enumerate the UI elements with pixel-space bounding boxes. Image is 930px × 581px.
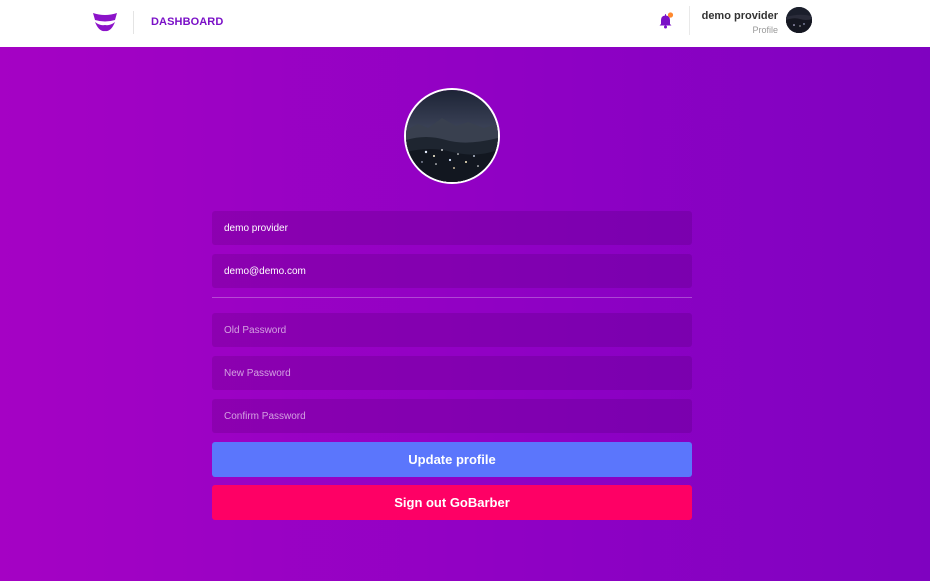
profile-divider bbox=[689, 6, 690, 35]
update-profile-button[interactable]: Update profile bbox=[212, 442, 692, 477]
profile-form: Update profile Sign out GoBarber bbox=[212, 211, 692, 520]
header-avatar[interactable] bbox=[786, 7, 812, 33]
email-input[interactable] bbox=[212, 254, 692, 288]
top-header: DASHBOARD demo provider Profile bbox=[0, 0, 930, 47]
form-divider bbox=[212, 297, 692, 298]
header-divider bbox=[133, 11, 134, 34]
sign-out-button[interactable]: Sign out GoBarber bbox=[212, 485, 692, 520]
name-input[interactable] bbox=[212, 211, 692, 245]
old-password-input[interactable] bbox=[212, 313, 692, 347]
notification-dot bbox=[667, 12, 674, 18]
mustache-logo-icon[interactable] bbox=[91, 11, 119, 33]
nav-dashboard-link[interactable]: DASHBOARD bbox=[151, 16, 223, 28]
profile-avatar[interactable] bbox=[404, 88, 500, 184]
header-profile-name: demo provider bbox=[701, 10, 778, 22]
header-profile-link[interactable]: Profile bbox=[752, 25, 778, 35]
new-password-input[interactable] bbox=[212, 356, 692, 390]
confirm-password-input[interactable] bbox=[212, 399, 692, 433]
bell-icon[interactable] bbox=[657, 12, 675, 30]
